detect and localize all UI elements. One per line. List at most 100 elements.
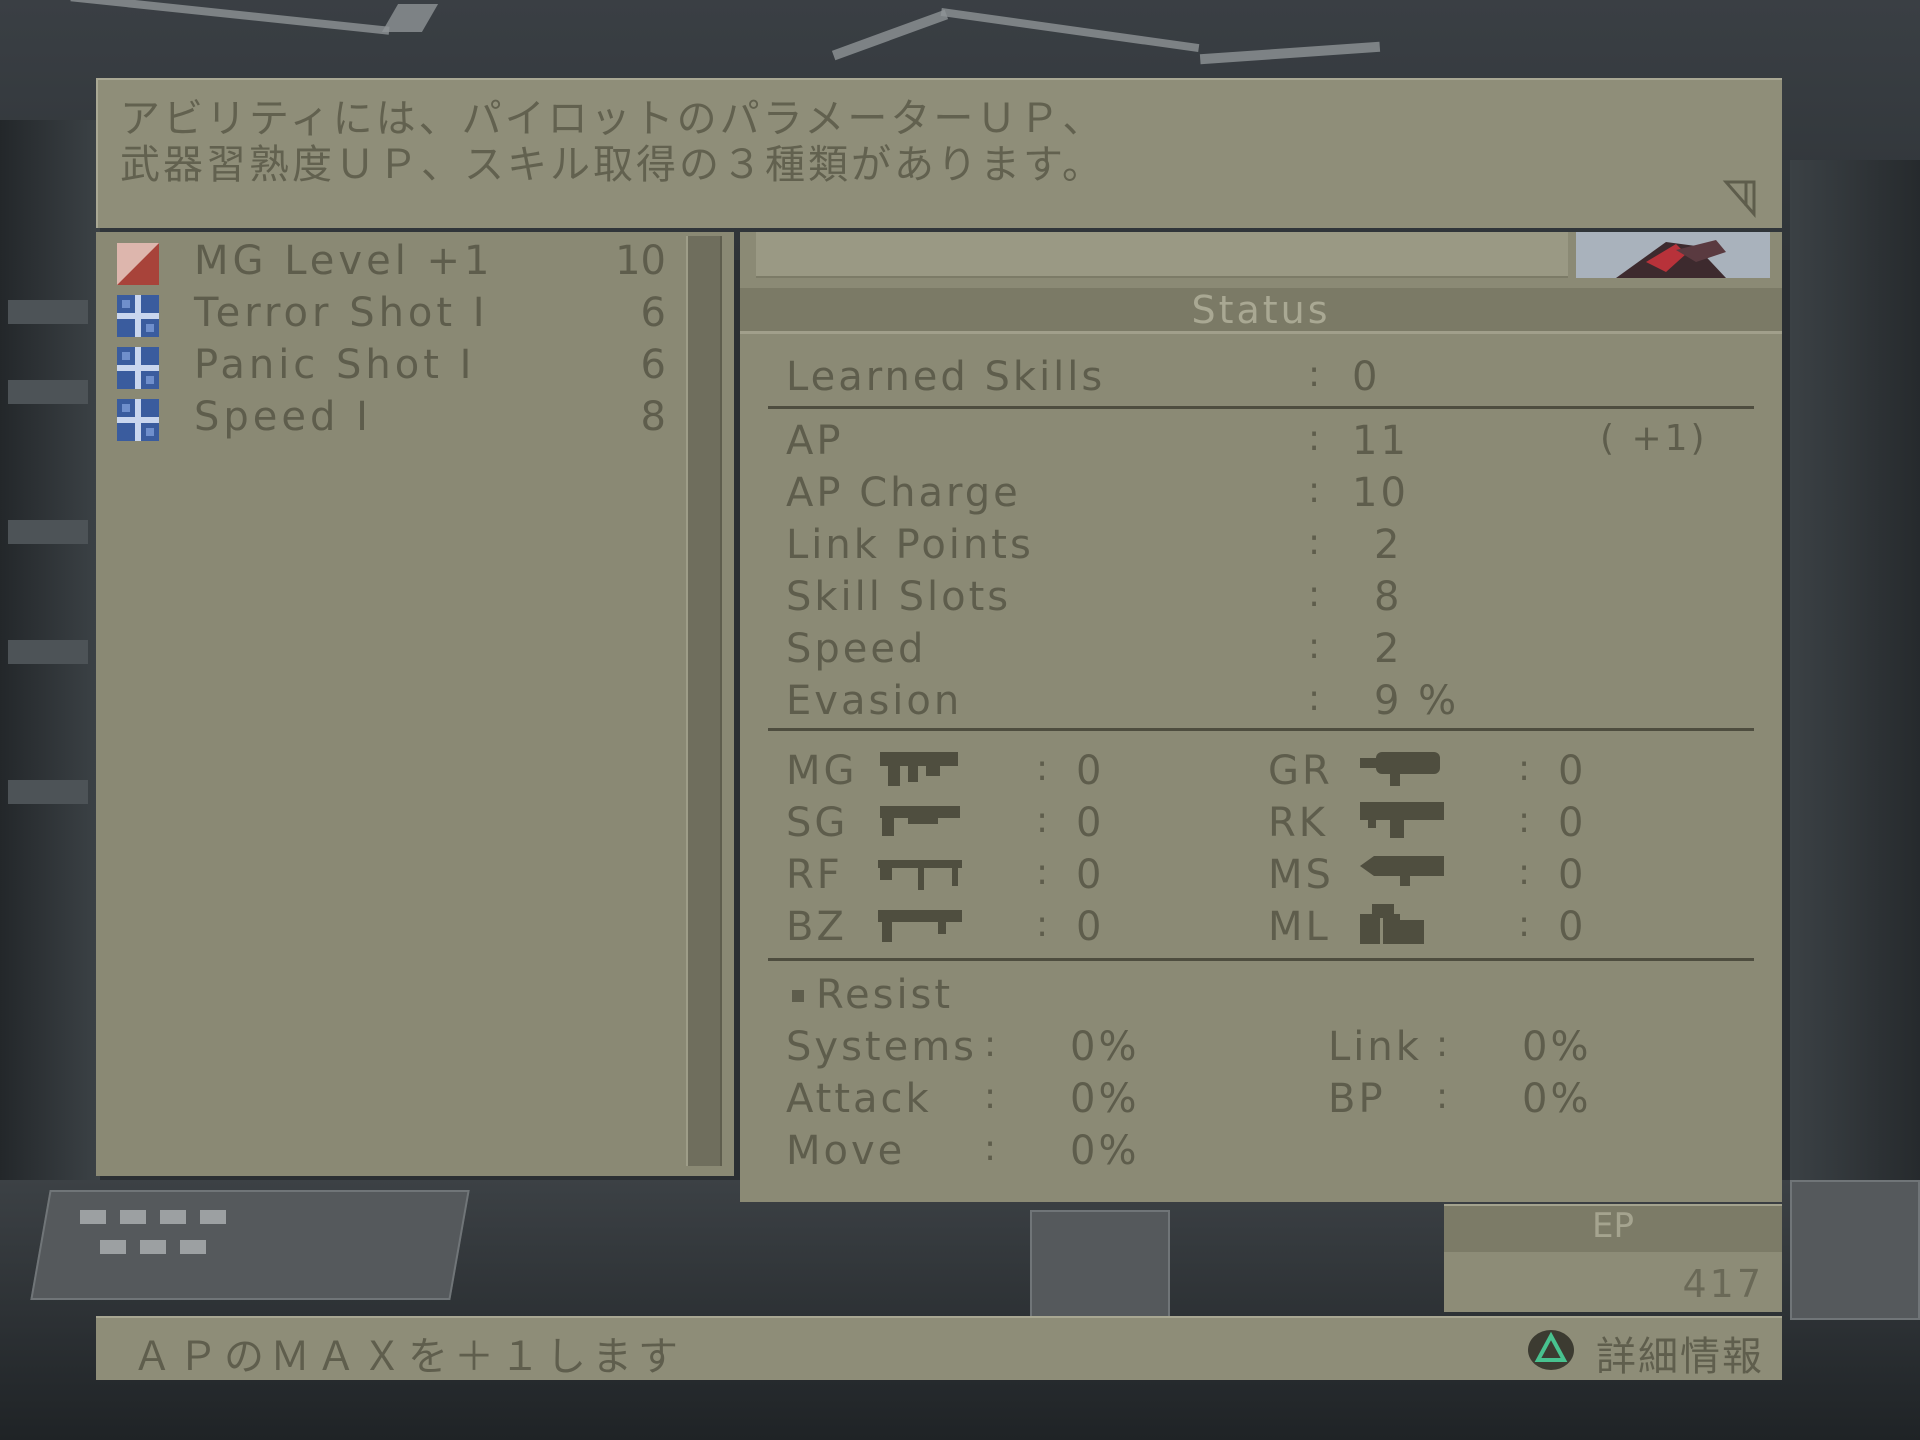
weapon-label: RF (786, 852, 843, 898)
detail-info-button[interactable]: 詳細情報 (1596, 1324, 1764, 1382)
ability-cost: 10 (615, 238, 666, 284)
learned-skills-label: Learned Skills (786, 354, 1106, 400)
weapon-value: 0 (1076, 852, 1105, 898)
message-panel: アビリティには、パイロットのパラメーターＵＰ、 武器習熟度ＵＰ、スキル取得の３種… (96, 78, 1782, 228)
resist-value: 0% (1070, 1024, 1140, 1070)
ability-item[interactable]: Speed I 8 (116, 394, 666, 441)
ability-name: Speed I (194, 394, 372, 440)
colon: : (1308, 574, 1321, 615)
stat-label: Evasion (786, 678, 963, 724)
resist-value: 0% (1070, 1128, 1140, 1174)
resist-title: Resist (816, 972, 954, 1018)
ep-box: EP 417 (1444, 1204, 1782, 1312)
colon: : (1308, 354, 1321, 395)
skill-icon (117, 347, 159, 389)
colon: : (1036, 748, 1049, 789)
ability-item[interactable]: Panic Shot I 6 (116, 342, 666, 389)
status-header: Status (740, 288, 1782, 334)
resist-value: 0% (1522, 1024, 1592, 1070)
shotgun-icon (880, 806, 960, 836)
stat-value: 10 (1352, 470, 1409, 516)
stat-value: 8 (1374, 574, 1403, 620)
stat-value: 2 (1374, 522, 1403, 568)
ability-description: ＡＰのＭＡＸを＋１します (132, 1334, 684, 1380)
bazooka-icon (878, 910, 962, 942)
divider (768, 728, 1754, 731)
resist-bullet (792, 990, 804, 1002)
grenade-launcher-icon (1360, 752, 1440, 786)
console-key (80, 1210, 106, 1224)
colon: : (1308, 522, 1321, 563)
weapon-level-icon (117, 243, 159, 285)
colon: : (1518, 904, 1531, 945)
console-key (200, 1210, 226, 1224)
colon: : (1308, 626, 1321, 667)
resist-label: Systems (786, 1024, 977, 1070)
colon: : (1518, 800, 1531, 841)
ability-name: MG Level +1 (194, 238, 494, 284)
message-line-2: 武器習熟度ＵＰ、スキル取得の３種類があります。 (120, 142, 1105, 188)
ep-value: 417 (1682, 1262, 1764, 1306)
learned-skills-value: 0 (1352, 354, 1381, 400)
colon: : (1036, 904, 1049, 945)
chair (1030, 1210, 1170, 1330)
rocket-icon (1360, 802, 1444, 838)
weapon-value: 0 (1558, 852, 1587, 898)
equipment-rack (8, 640, 88, 664)
equipment-rack (8, 380, 88, 404)
control-console (30, 1190, 470, 1300)
stat-label: AP (786, 418, 844, 464)
ability-item[interactable]: MG Level +1 10 (116, 238, 666, 285)
colon: : (984, 1024, 997, 1065)
missile-launcher-icon (1360, 904, 1424, 944)
weapon-value: 0 (1076, 904, 1105, 950)
stat-value: 9 % (1374, 678, 1460, 724)
weapon-value: 0 (1076, 800, 1105, 846)
mech-thumbnail (1576, 232, 1770, 278)
rifle-icon (878, 860, 962, 890)
colon: : (1436, 1024, 1449, 1065)
resist-value: 0% (1522, 1076, 1592, 1122)
colon: : (1518, 852, 1531, 893)
ability-cost: 6 (640, 290, 666, 336)
ability-cost: 8 (640, 394, 666, 440)
weapon-label: BZ (786, 904, 847, 950)
triangle-button-icon[interactable] (1526, 1328, 1576, 1372)
machine-gun-icon (880, 752, 958, 786)
weapon-label: ML (1268, 904, 1331, 950)
ability-item[interactable]: Terror Shot I 6 (116, 290, 666, 337)
weapon-label: MG (786, 748, 858, 794)
colon: : (1036, 852, 1049, 893)
ability-name: Terror Shot I (194, 290, 489, 336)
equipment-rack (8, 780, 88, 804)
colon: : (1308, 470, 1321, 511)
colon: : (1308, 418, 1321, 459)
colon: : (1308, 678, 1321, 719)
stat-label: Skill Slots (786, 574, 1012, 620)
help-bar: ＡＰのＭＡＸを＋１します 詳細情報 (96, 1316, 1782, 1380)
stat-label: Link Points (786, 522, 1034, 568)
weapon-label: RK (1268, 800, 1329, 846)
stat-label: Speed (786, 626, 927, 672)
weapon-value: 0 (1558, 748, 1587, 794)
ep-label: EP (1444, 1206, 1782, 1252)
console-key (160, 1210, 186, 1224)
console-key (140, 1240, 166, 1254)
skill-icon (117, 295, 159, 337)
message-advance-icon[interactable] (1722, 178, 1758, 218)
stat-label: AP Charge (786, 470, 1021, 516)
stat-value: 2 (1374, 626, 1403, 672)
colon: : (984, 1128, 997, 1169)
console-key (100, 1240, 126, 1254)
colon: : (1518, 748, 1531, 789)
equipment-rack (8, 300, 88, 324)
ability-list-scrollbar[interactable] (686, 236, 722, 1166)
control-console (1790, 1180, 1920, 1320)
resist-label: BP (1328, 1076, 1386, 1122)
divider (768, 406, 1754, 409)
skill-icon (117, 399, 159, 441)
equipment-rack (8, 520, 88, 544)
weapon-label: SG (786, 800, 849, 846)
resist-value: 0% (1070, 1076, 1140, 1122)
stat-bonus: ( +1) (1600, 418, 1708, 459)
